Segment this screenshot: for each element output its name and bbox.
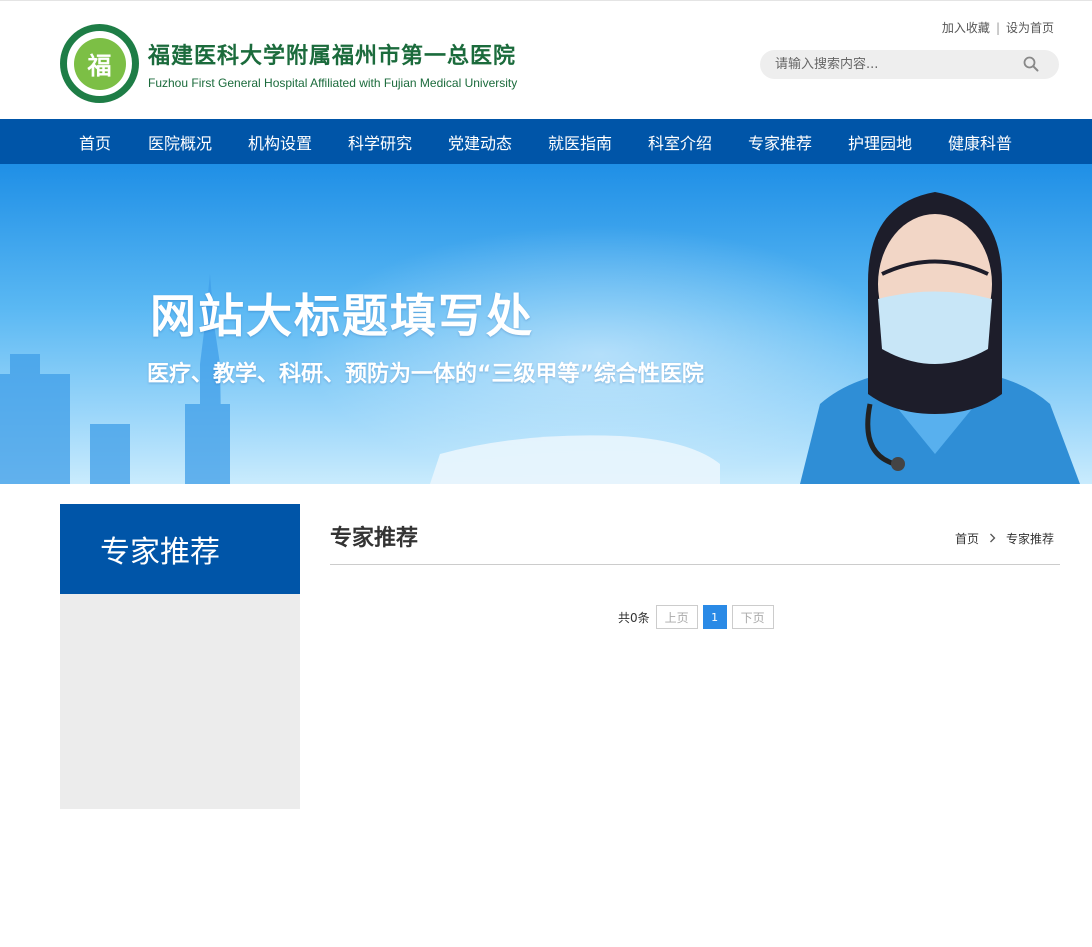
site-header: 福 福建医科大学附属福州市第一总医院 Fuzhou First General … [0, 4, 1092, 119]
search-box [760, 50, 1059, 79]
nav-item-party[interactable]: 党建动态 [430, 119, 530, 164]
current-page-button[interactable]: 1 [702, 605, 727, 629]
banner-subtitle: 医疗、教学、科研、预防为一体的“三级甲等”综合性医院 [147, 362, 704, 387]
add-favorite-link[interactable]: 加入收藏 [942, 19, 990, 36]
nav-item-overview[interactable]: 医院概况 [130, 119, 230, 164]
nav-item-organization[interactable]: 机构设置 [230, 119, 330, 164]
breadcrumb-current: 专家推荐 [1005, 532, 1054, 546]
link-separator: | [995, 20, 1000, 35]
breadcrumb-home-link[interactable]: 首页 [955, 530, 979, 547]
hand-graphic [430, 435, 720, 484]
top-links: 加入收藏 | 设为首页 [942, 19, 1054, 36]
nurse-graphic [800, 192, 1080, 484]
page-header: 专家推荐 首页 专家推荐 [330, 504, 1060, 565]
main-content: 专家推荐 首页 专家推荐 共0条 上页 1 下页 [330, 504, 1060, 629]
search-icon[interactable] [1023, 56, 1039, 72]
page-title: 专家推荐 [330, 526, 419, 551]
banner-title: 网站大标题填写处 [150, 289, 534, 343]
hospital-logo-icon[interactable]: 福 [60, 24, 139, 103]
hero-banner: 网站大标题填写处 医疗、教学、科研、预防为一体的“三级甲等”综合性医院 [0, 164, 1092, 484]
breadcrumb: 首页 专家推荐 [955, 530, 1054, 547]
chevron-right-icon [989, 532, 996, 546]
search-input[interactable] [775, 57, 1015, 72]
prev-page-button[interactable]: 上页 [655, 605, 698, 629]
sidebar: 专家推荐 [60, 504, 300, 809]
sidebar-heading: 专家推荐 [60, 504, 300, 594]
nav-item-experts[interactable]: 专家推荐 [730, 119, 830, 164]
nav-item-guide[interactable]: 就医指南 [530, 119, 630, 164]
nav-item-home[interactable]: 首页 [60, 119, 130, 164]
pagination: 共0条 上页 1 下页 [618, 605, 779, 629]
nav-item-nursing[interactable]: 护理园地 [830, 119, 930, 164]
nav-item-health[interactable]: 健康科普 [930, 119, 1030, 164]
logo-english-name: Fuzhou First General Hospital Affiliated… [148, 76, 518, 90]
set-homepage-link[interactable]: 设为首页 [1006, 19, 1054, 36]
main-nav: 首页 医院概况 机构设置 科学研究 党建动态 就医指南 科室介绍 专家推荐 护理… [0, 119, 1092, 164]
logo-chinese-name: 福建医科大学附属福州市第一总医院 [148, 43, 517, 69]
nav-item-departments[interactable]: 科室介绍 [630, 119, 730, 164]
logo-emblem-char: 福 [73, 37, 126, 90]
pagination-total: 共0条 [618, 610, 650, 625]
next-page-button[interactable]: 下页 [731, 605, 774, 629]
nav-item-research[interactable]: 科学研究 [330, 119, 430, 164]
